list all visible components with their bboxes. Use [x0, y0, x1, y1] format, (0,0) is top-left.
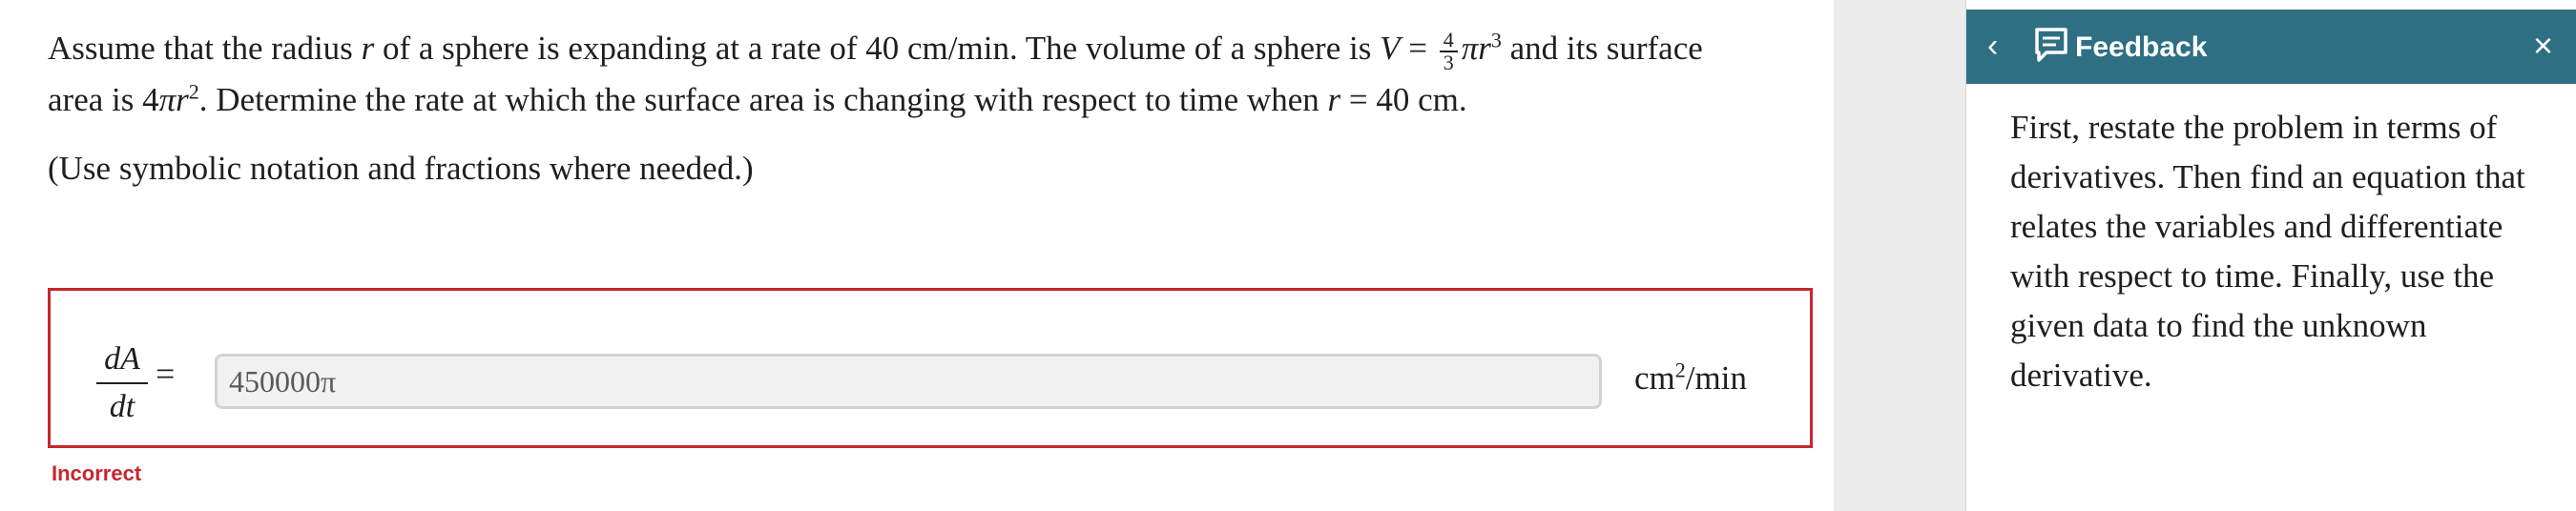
equals-sign: = — [156, 355, 176, 393]
feedback-panel: ‹ Feedback × First, restate the problem … — [1965, 0, 2576, 511]
close-icon[interactable]: × — [2533, 27, 2553, 65]
feedback-text: First, restate the problem in terms of d… — [2010, 109, 2525, 394]
question-hint: (Use symbolic notation and fractions whe… — [48, 150, 754, 187]
feedback-title: Feedback — [2075, 31, 2208, 63]
question-panel: Assume that the radius r of a sphere is … — [0, 0, 1834, 511]
feedback-header: ‹ Feedback × — [1966, 10, 2576, 84]
answer-units: cm2/min — [1634, 358, 1747, 397]
feedback-icon — [2033, 26, 2069, 64]
answer-box: dA dt = 450000π cm2/min — [48, 288, 1813, 448]
answer-input[interactable]: 450000π — [215, 354, 1602, 409]
back-chevron-icon[interactable]: ‹ — [1987, 27, 1998, 65]
fraction-four-thirds: 43 — [1439, 29, 1458, 73]
derivative-label: dA dt — [96, 340, 148, 426]
question-line-1: Assume that the radius r of a sphere is … — [48, 27, 1703, 74]
status-incorrect: Incorrect — [52, 461, 142, 485]
question-line-2: area is 4πr2. Determine the rate at whic… — [48, 79, 1467, 118]
